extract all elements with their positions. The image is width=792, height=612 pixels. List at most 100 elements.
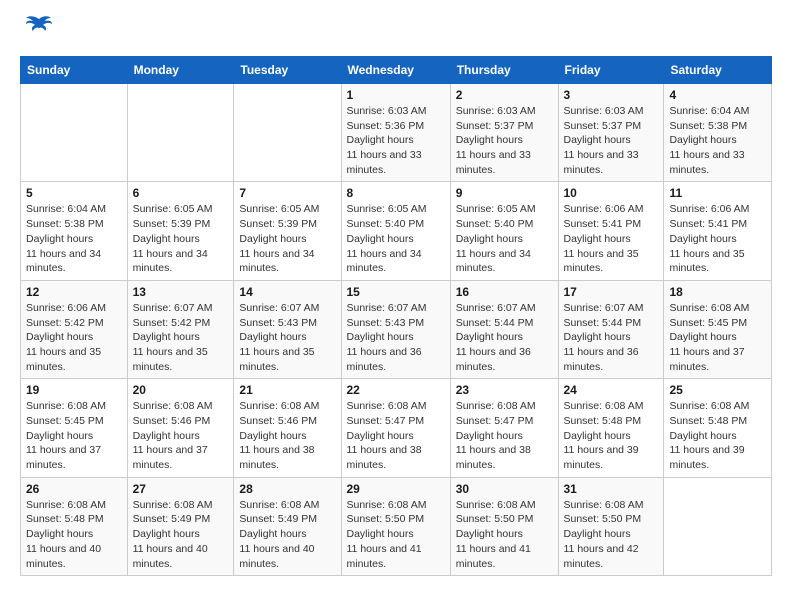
day-number: 14 xyxy=(239,285,335,299)
day-number: 20 xyxy=(133,383,229,397)
day-number: 30 xyxy=(456,482,553,496)
day-cell: 9Sunrise: 6:05 AMSunset: 5:40 PMDaylight… xyxy=(450,182,558,280)
logo xyxy=(20,20,54,46)
day-info: Sunrise: 6:08 AMSunset: 5:48 PMDaylight … xyxy=(669,399,766,472)
day-info: Sunrise: 6:07 AMSunset: 5:43 PMDaylight … xyxy=(239,301,335,374)
day-info: Sunrise: 6:06 AMSunset: 5:41 PMDaylight … xyxy=(564,202,659,275)
week-row-5: 26 Sunrise: 6:08 AMSunset: 5:48 PMDayligh… xyxy=(21,477,772,575)
day-number: 2 xyxy=(456,88,553,102)
day-info: Sunrise: 6:04 AMSunset: 5:38 PMDaylight … xyxy=(26,202,122,275)
day-cell: 14 Sunrise: 6:07 AMSunset: 5:43 PMDayligh… xyxy=(234,280,341,378)
week-row-4: 19 Sunrise: 6:08 AMSunset: 5:45 PMDayligh… xyxy=(21,379,772,477)
day-info: Sunrise: 6:08 AMSunset: 5:46 PMDaylight … xyxy=(239,399,335,472)
weekday-header-friday: Friday xyxy=(558,57,664,84)
day-cell: 24 Sunrise: 6:08 AMSunset: 5:48 PMDayligh… xyxy=(558,379,664,477)
weekday-header-saturday: Saturday xyxy=(664,57,772,84)
day-info: Sunrise: 6:08 AMSunset: 5:47 PMDaylight … xyxy=(456,399,553,472)
day-cell: 31Sunrise: 6:08 AMSunset: 5:50 PMDayligh… xyxy=(558,477,664,575)
day-cell: 7 Sunrise: 6:05 AMSunset: 5:39 PMDaylight… xyxy=(234,182,341,280)
day-cell: 15Sunrise: 6:07 AMSunset: 5:43 PMDayligh… xyxy=(341,280,450,378)
day-number: 12 xyxy=(26,285,122,299)
weekday-header-thursday: Thursday xyxy=(450,57,558,84)
day-number: 29 xyxy=(347,482,445,496)
day-number: 1 xyxy=(347,88,445,102)
week-row-2: 5 Sunrise: 6:04 AMSunset: 5:38 PMDaylight… xyxy=(21,182,772,280)
day-cell: 28Sunrise: 6:08 AMSunset: 5:49 PMDayligh… xyxy=(234,477,341,575)
weekday-header-tuesday: Tuesday xyxy=(234,57,341,84)
day-number: 22 xyxy=(347,383,445,397)
day-info: Sunrise: 6:08 AMSunset: 5:50 PMDaylight … xyxy=(347,498,445,571)
day-cell: 13Sunrise: 6:07 AMSunset: 5:42 PMDayligh… xyxy=(127,280,234,378)
day-cell: 4 Sunrise: 6:04 AMSunset: 5:38 PMDaylight… xyxy=(664,84,772,182)
day-number: 6 xyxy=(133,186,229,200)
day-cell: 21 Sunrise: 6:08 AMSunset: 5:46 PMDayligh… xyxy=(234,379,341,477)
day-number: 16 xyxy=(456,285,553,299)
day-number: 21 xyxy=(239,383,335,397)
day-info: Sunrise: 6:05 AMSunset: 5:39 PMDaylight … xyxy=(133,202,229,275)
day-info: Sunrise: 6:03 AMSunset: 5:37 PMDaylight … xyxy=(564,104,659,177)
calendar-table: SundayMondayTuesdayWednesdayThursdayFrid… xyxy=(20,56,772,576)
day-info: Sunrise: 6:06 AMSunset: 5:42 PMDaylight … xyxy=(26,301,122,374)
day-info: Sunrise: 6:05 AMSunset: 5:40 PMDaylight … xyxy=(347,202,445,275)
day-cell: 11Sunrise: 6:06 AMSunset: 5:41 PMDayligh… xyxy=(664,182,772,280)
day-cell: 20 Sunrise: 6:08 AMSunset: 5:46 PMDayligh… xyxy=(127,379,234,477)
day-number: 3 xyxy=(564,88,659,102)
day-cell: 29 Sunrise: 6:08 AMSunset: 5:50 PMDayligh… xyxy=(341,477,450,575)
day-cell: 1 Sunrise: 6:03 AMSunset: 5:36 PMDaylight… xyxy=(341,84,450,182)
day-number: 10 xyxy=(564,186,659,200)
day-cell xyxy=(234,84,341,182)
day-cell: 10 Sunrise: 6:06 AMSunset: 5:41 PMDayligh… xyxy=(558,182,664,280)
day-number: 19 xyxy=(26,383,122,397)
day-number: 27 xyxy=(133,482,229,496)
day-number: 17 xyxy=(564,285,659,299)
day-info: Sunrise: 6:07 AMSunset: 5:43 PMDaylight … xyxy=(347,301,445,374)
day-cell xyxy=(664,477,772,575)
day-info: Sunrise: 6:08 AMSunset: 5:45 PMDaylight … xyxy=(669,301,766,374)
day-info: Sunrise: 6:07 AMSunset: 5:42 PMDaylight … xyxy=(133,301,229,374)
day-info: Sunrise: 6:03 AMSunset: 5:36 PMDaylight … xyxy=(347,104,445,177)
day-cell: 22 Sunrise: 6:08 AMSunset: 5:47 PMDayligh… xyxy=(341,379,450,477)
logo-bird-icon xyxy=(24,11,54,46)
day-number: 8 xyxy=(347,186,445,200)
day-cell: 30Sunrise: 6:08 AMSunset: 5:50 PMDayligh… xyxy=(450,477,558,575)
day-cell: 19 Sunrise: 6:08 AMSunset: 5:45 PMDayligh… xyxy=(21,379,128,477)
day-info: Sunrise: 6:08 AMSunset: 5:45 PMDaylight … xyxy=(26,399,122,472)
day-number: 4 xyxy=(669,88,766,102)
day-number: 18 xyxy=(669,285,766,299)
day-info: Sunrise: 6:04 AMSunset: 5:38 PMDaylight … xyxy=(669,104,766,177)
day-info: Sunrise: 6:03 AMSunset: 5:37 PMDaylight … xyxy=(456,104,553,177)
page-header xyxy=(20,20,772,46)
day-info: Sunrise: 6:08 AMSunset: 5:47 PMDaylight … xyxy=(347,399,445,472)
day-number: 24 xyxy=(564,383,659,397)
day-cell: 26 Sunrise: 6:08 AMSunset: 5:48 PMDayligh… xyxy=(21,477,128,575)
day-info: Sunrise: 6:08 AMSunset: 5:48 PMDaylight … xyxy=(564,399,659,472)
calendar-body: 1 Sunrise: 6:03 AMSunset: 5:36 PMDaylight… xyxy=(21,84,772,576)
day-info: Sunrise: 6:05 AMSunset: 5:40 PMDaylight … xyxy=(456,202,553,275)
day-cell: 6 Sunrise: 6:05 AMSunset: 5:39 PMDaylight… xyxy=(127,182,234,280)
day-cell: 12 Sunrise: 6:06 AMSunset: 5:42 PMDayligh… xyxy=(21,280,128,378)
day-cell xyxy=(127,84,234,182)
weekday-header-sunday: Sunday xyxy=(21,57,128,84)
day-info: Sunrise: 6:05 AMSunset: 5:39 PMDaylight … xyxy=(239,202,335,275)
day-number: 25 xyxy=(669,383,766,397)
day-info: Sunrise: 6:08 AMSunset: 5:48 PMDaylight … xyxy=(26,498,122,571)
day-number: 5 xyxy=(26,186,122,200)
day-info: Sunrise: 6:07 AMSunset: 5:44 PMDaylight … xyxy=(456,301,553,374)
page-container: SundayMondayTuesdayWednesdayThursdayFrid… xyxy=(0,0,792,586)
day-cell: 16 Sunrise: 6:07 AMSunset: 5:44 PMDayligh… xyxy=(450,280,558,378)
day-cell: 18 Sunrise: 6:08 AMSunset: 5:45 PMDayligh… xyxy=(664,280,772,378)
day-number: 26 xyxy=(26,482,122,496)
day-cell: 2 Sunrise: 6:03 AMSunset: 5:37 PMDaylight… xyxy=(450,84,558,182)
day-info: Sunrise: 6:07 AMSunset: 5:44 PMDaylight … xyxy=(564,301,659,374)
day-cell: 25 Sunrise: 6:08 AMSunset: 5:48 PMDayligh… xyxy=(664,379,772,477)
week-row-1: 1 Sunrise: 6:03 AMSunset: 5:36 PMDaylight… xyxy=(21,84,772,182)
weekday-header-wednesday: Wednesday xyxy=(341,57,450,84)
day-info: Sunrise: 6:08 AMSunset: 5:46 PMDaylight … xyxy=(133,399,229,472)
day-number: 28 xyxy=(239,482,335,496)
day-cell: 3 Sunrise: 6:03 AMSunset: 5:37 PMDaylight… xyxy=(558,84,664,182)
day-info: Sunrise: 6:08 AMSunset: 5:49 PMDaylight … xyxy=(133,498,229,571)
day-number: 7 xyxy=(239,186,335,200)
day-info: Sunrise: 6:06 AMSunset: 5:41 PMDaylight … xyxy=(669,202,766,275)
day-cell: 23Sunrise: 6:08 AMSunset: 5:47 PMDayligh… xyxy=(450,379,558,477)
day-cell: 8 Sunrise: 6:05 AMSunset: 5:40 PMDaylight… xyxy=(341,182,450,280)
